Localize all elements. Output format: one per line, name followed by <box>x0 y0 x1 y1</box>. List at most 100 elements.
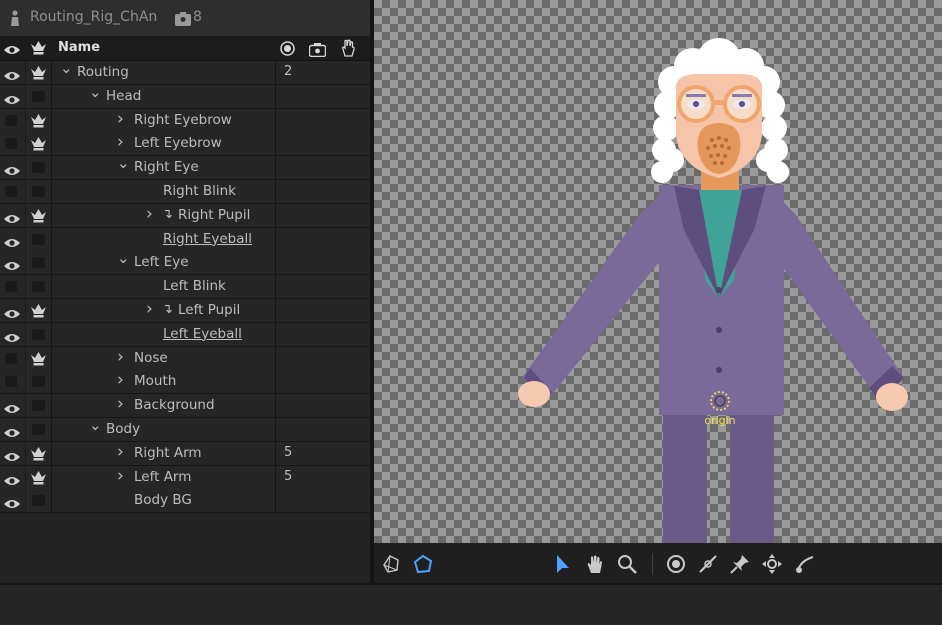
layer-row[interactable]: › Left Arm 5 <box>0 465 370 490</box>
visibility-eye-icon[interactable] <box>0 251 24 274</box>
solo-header-crown-icon[interactable] <box>30 40 47 59</box>
layer-row[interactable]: Left Eyeball <box>0 322 370 347</box>
scene-canvas[interactable]: origin <box>374 0 942 543</box>
independent-crown-icon[interactable] <box>25 346 52 370</box>
independent-toggle-empty[interactable] <box>25 489 52 513</box>
chevron-down-icon[interactable]: ⌄ <box>89 416 102 434</box>
independent-toggle-empty[interactable] <box>25 227 52 251</box>
chevron-right-icon[interactable]: › <box>117 347 124 367</box>
trigger-hand-header-icon[interactable] <box>339 39 357 61</box>
visibility-eye-icon[interactable] <box>0 228 24 251</box>
panel-title: Routing_Rig_ChAn <box>30 9 158 25</box>
visibility-eye-icon[interactable] <box>0 394 24 417</box>
layer-count: 5 <box>284 468 293 484</box>
independent-toggle-empty[interactable] <box>25 180 52 203</box>
column-separator <box>51 251 52 275</box>
layer-row[interactable]: › Left Eyebrow <box>0 132 370 157</box>
visibility-eye-icon[interactable] <box>0 156 24 179</box>
layer-label: Body <box>106 421 141 437</box>
chevron-right-icon[interactable]: › <box>117 109 124 129</box>
layer-row[interactable]: ⌄ Right Eye <box>0 154 370 181</box>
layer-row[interactable]: ⌄ Routing 2 <box>0 59 370 85</box>
independent-crown-icon[interactable] <box>25 132 52 156</box>
layer-row[interactable]: › Mouth <box>0 370 370 395</box>
visibility-toggle-empty[interactable] <box>0 132 24 155</box>
chevron-down-icon[interactable]: ⌄ <box>117 249 130 267</box>
column-separator <box>51 180 52 203</box>
visibility-toggle-empty[interactable] <box>0 370 24 393</box>
chevron-right-icon[interactable]: › <box>117 370 124 390</box>
visibility-eye-icon[interactable] <box>0 204 24 227</box>
visibility-header-eye-icon[interactable] <box>3 41 21 60</box>
camera-header-icon[interactable] <box>308 42 327 61</box>
column-separator <box>275 61 276 84</box>
layer-row[interactable]: ⌄ Left Eye <box>0 249 370 276</box>
layer-row[interactable]: › Right Eyebrow <box>0 108 370 133</box>
layer-row[interactable]: › Right Arm 5 <box>0 441 370 466</box>
chevron-down-icon[interactable]: ⌄ <box>60 59 73 77</box>
layer-row[interactable]: Left Blink <box>0 275 370 300</box>
independent-crown-icon[interactable] <box>25 441 52 465</box>
visibility-toggle-empty[interactable] <box>0 180 24 203</box>
independent-toggle-empty[interactable] <box>25 370 52 394</box>
layer-row[interactable]: Right Eyeball <box>0 227 370 252</box>
independent-toggle-empty[interactable] <box>25 251 52 275</box>
chevron-down-icon[interactable]: ⌄ <box>117 154 130 172</box>
mesh-toggle-icon[interactable] <box>380 553 402 575</box>
layer-row[interactable]: › ↴ Right Pupil <box>0 203 370 228</box>
hand-tool-icon[interactable] <box>584 553 606 575</box>
outline-toggle-icon[interactable] <box>412 553 434 575</box>
pin-tool-icon[interactable] <box>729 553 751 575</box>
stick-tool-icon[interactable] <box>697 553 719 575</box>
right-hand <box>518 381 550 407</box>
independent-crown-icon[interactable] <box>25 465 52 489</box>
layer-row[interactable]: Right Blink <box>0 180 370 204</box>
visibility-eye-icon[interactable] <box>0 442 24 465</box>
bend-tool-icon[interactable] <box>794 553 816 575</box>
layer-row[interactable]: › Background <box>0 394 370 419</box>
independent-crown-icon[interactable] <box>25 203 52 227</box>
independent-crown-icon[interactable] <box>25 108 52 132</box>
independent-crown-icon[interactable] <box>25 299 52 322</box>
independent-crown-icon[interactable] <box>25 61 52 84</box>
visibility-eye-icon[interactable] <box>0 299 24 322</box>
independent-toggle-empty[interactable] <box>25 275 52 299</box>
visibility-toggle-empty[interactable] <box>0 275 24 298</box>
chevron-right-icon[interactable]: › <box>146 299 153 319</box>
layer-row[interactable]: › ↴ Left Pupil <box>0 299 370 323</box>
chevron-right-icon[interactable]: › <box>146 204 153 224</box>
left-leg <box>730 410 774 543</box>
chevron-down-icon[interactable]: ⌄ <box>89 83 102 101</box>
chevron-right-icon[interactable]: › <box>117 442 124 462</box>
chevron-right-icon[interactable]: › <box>117 394 124 414</box>
layer-row[interactable]: ⌄ Body <box>0 416 370 442</box>
chevron-right-icon[interactable]: › <box>117 132 124 152</box>
visibility-toggle-empty[interactable] <box>0 347 24 370</box>
right-arm-shape <box>522 192 664 402</box>
name-column-header[interactable]: Name <box>58 40 100 55</box>
layer-row[interactable]: Body BG <box>0 489 370 514</box>
visibility-toggle-empty[interactable] <box>0 109 24 132</box>
chevron-right-icon[interactable]: › <box>117 466 124 486</box>
layer-row[interactable]: › Nose <box>0 346 370 371</box>
layer-label: Right Eyebrow <box>134 111 232 128</box>
independent-toggle-empty[interactable] <box>25 156 52 180</box>
select-tool-arrow-icon[interactable] <box>552 553 574 575</box>
zoom-tool-icon[interactable] <box>616 553 638 575</box>
visibility-eye-icon[interactable] <box>0 323 24 346</box>
layer-row[interactable]: ⌄ Head <box>0 83 370 109</box>
visibility-eye-icon[interactable] <box>0 85 24 108</box>
record-header-icon[interactable] <box>280 41 295 60</box>
independent-toggle-empty[interactable] <box>25 394 52 418</box>
dragger-tool-icon[interactable] <box>761 553 783 575</box>
origin-tool-icon[interactable] <box>665 553 687 575</box>
independent-toggle-empty[interactable] <box>25 84 52 108</box>
visibility-eye-icon[interactable] <box>0 466 24 489</box>
independent-toggle-empty[interactable] <box>25 322 52 346</box>
visibility-eye-icon[interactable] <box>0 61 24 84</box>
column-separator <box>275 156 276 180</box>
visibility-eye-icon[interactable] <box>0 489 24 512</box>
layer-label: Right Arm <box>134 444 202 461</box>
visibility-eye-icon[interactable] <box>0 418 24 441</box>
independent-toggle-empty[interactable] <box>25 418 52 441</box>
